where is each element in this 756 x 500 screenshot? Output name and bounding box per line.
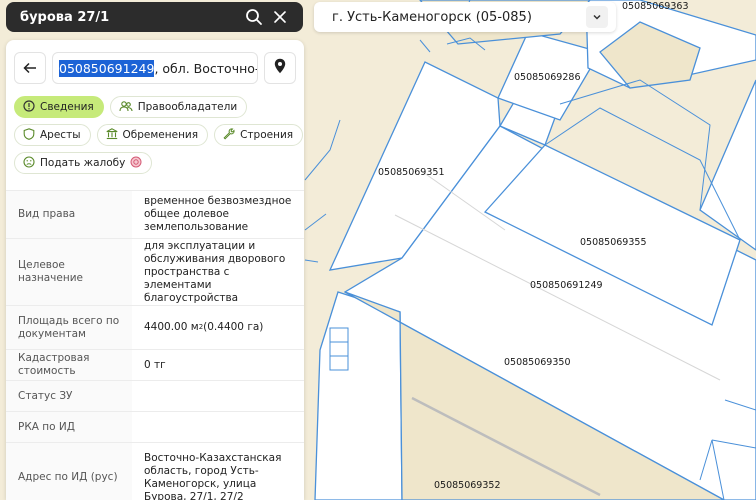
table-row: Целевое назначение для эксплуатации и об… [6,238,304,305]
arrow-left-icon [23,59,37,78]
table-row: Статус ЗУ [6,380,304,411]
search-icon[interactable] [241,4,267,30]
tab-pravoobladateli[interactable]: Правообладатели [109,96,248,118]
table-row: Площадь всего по документам 4400.00 м2 (… [6,305,304,349]
people-icon [119,100,133,115]
chip-label: Обременения [122,129,199,141]
parcel-label: 050850691249 [530,280,603,291]
chip-label: Правообладатели [137,101,238,113]
row-key: Статус ЗУ [18,389,73,402]
wrench-icon [223,127,235,143]
row-key: Адрес по ИД (рус) [18,471,118,483]
info-icon [23,99,35,115]
table-row: Вид права временное безвозмездное общее … [6,190,304,238]
tab-podat-zhalobu[interactable]: Подать жалобу [14,152,153,174]
cadastre-address-field[interactable]: 050850691249, обл. Восточно-Ка [52,52,258,84]
row-key: Целевое назначение [18,259,83,284]
region-select-value: г. Усть-Каменогорск (05-085) [332,9,532,25]
bank-icon [106,127,118,143]
row-value: Восточно-Казахстанская область, город Ус… [132,443,304,500]
chip-label: Строения [240,129,294,141]
table-row: Адрес по ИД (рус) Восточно-Казахстанская… [6,442,304,500]
row-key: Вид права [18,208,76,220]
table-row: РКА по ИД [6,411,304,442]
parcel-label: 05085069351 [378,167,445,178]
area-hectares: (0.4400 га) [203,321,264,333]
row-value: для эксплуатации и обслуживания дворовог… [132,239,304,305]
parcel-label: 05085069352 [434,480,501,491]
row-value: 0 тг [132,350,304,380]
region-select[interactable]: г. Усть-Каменогорск (05-085) [314,2,616,32]
row-value: временное безвозмездное общее долевое зе… [132,191,304,238]
cadastre-number-selected: 050850691249 [59,59,155,77]
shield-icon [23,127,35,143]
tab-stroeniya[interactable]: Строения [214,124,304,146]
tab-svedeniya[interactable]: Сведения [14,96,104,118]
row-value [132,412,304,442]
parcel-polygon [314,291,403,500]
address-text: , обл. Восточно-Ка [154,60,257,76]
panel-header: 050850691249, обл. Восточно-Ка [14,52,296,84]
locate-button[interactable] [264,52,296,84]
chip-label: Подать жалобу [40,157,126,169]
tab-obremeneniya[interactable]: Обременения [96,124,209,146]
tab-chips: Сведения Правообладатели Аресты Обремене… [14,96,304,180]
back-button[interactable] [14,52,46,84]
row-key: Кадастровая стоимость [18,352,90,377]
row-key: РКА по ИД [18,420,75,433]
area-value: 4400.00 м [144,321,199,333]
table-row: Кадастровая стоимость 0 тг [6,349,304,380]
row-key: Площадь всего по документам [18,314,120,340]
chip-label: Аресты [40,129,81,141]
parcel-label: 05085069363 [622,1,689,12]
parcel-label: 05085069355 [580,237,647,248]
parcel-attributes-table: Вид права временное безвозмездное общее … [6,190,304,500]
map-pin-icon [274,58,286,78]
close-icon[interactable] [267,4,293,30]
tab-aresty[interactable]: Аресты [14,124,91,146]
row-value: 4400.00 м2 (0.4400 га) [132,306,304,349]
parcel-info-panel: 050850691249, обл. Восточно-Ка Сведения … [6,40,304,500]
sad-face-icon [23,155,35,171]
parcel-label: 05085069350 [504,357,571,368]
alert-emoji-icon [130,156,142,171]
row-value [132,381,304,411]
search-bar[interactable]: бурова 27/1 [6,2,303,32]
search-input[interactable]: бурова 27/1 [20,10,241,25]
chevron-down-icon[interactable] [586,6,608,28]
chip-label: Сведения [40,101,94,113]
parcel-label: 05085069286 [514,72,581,83]
